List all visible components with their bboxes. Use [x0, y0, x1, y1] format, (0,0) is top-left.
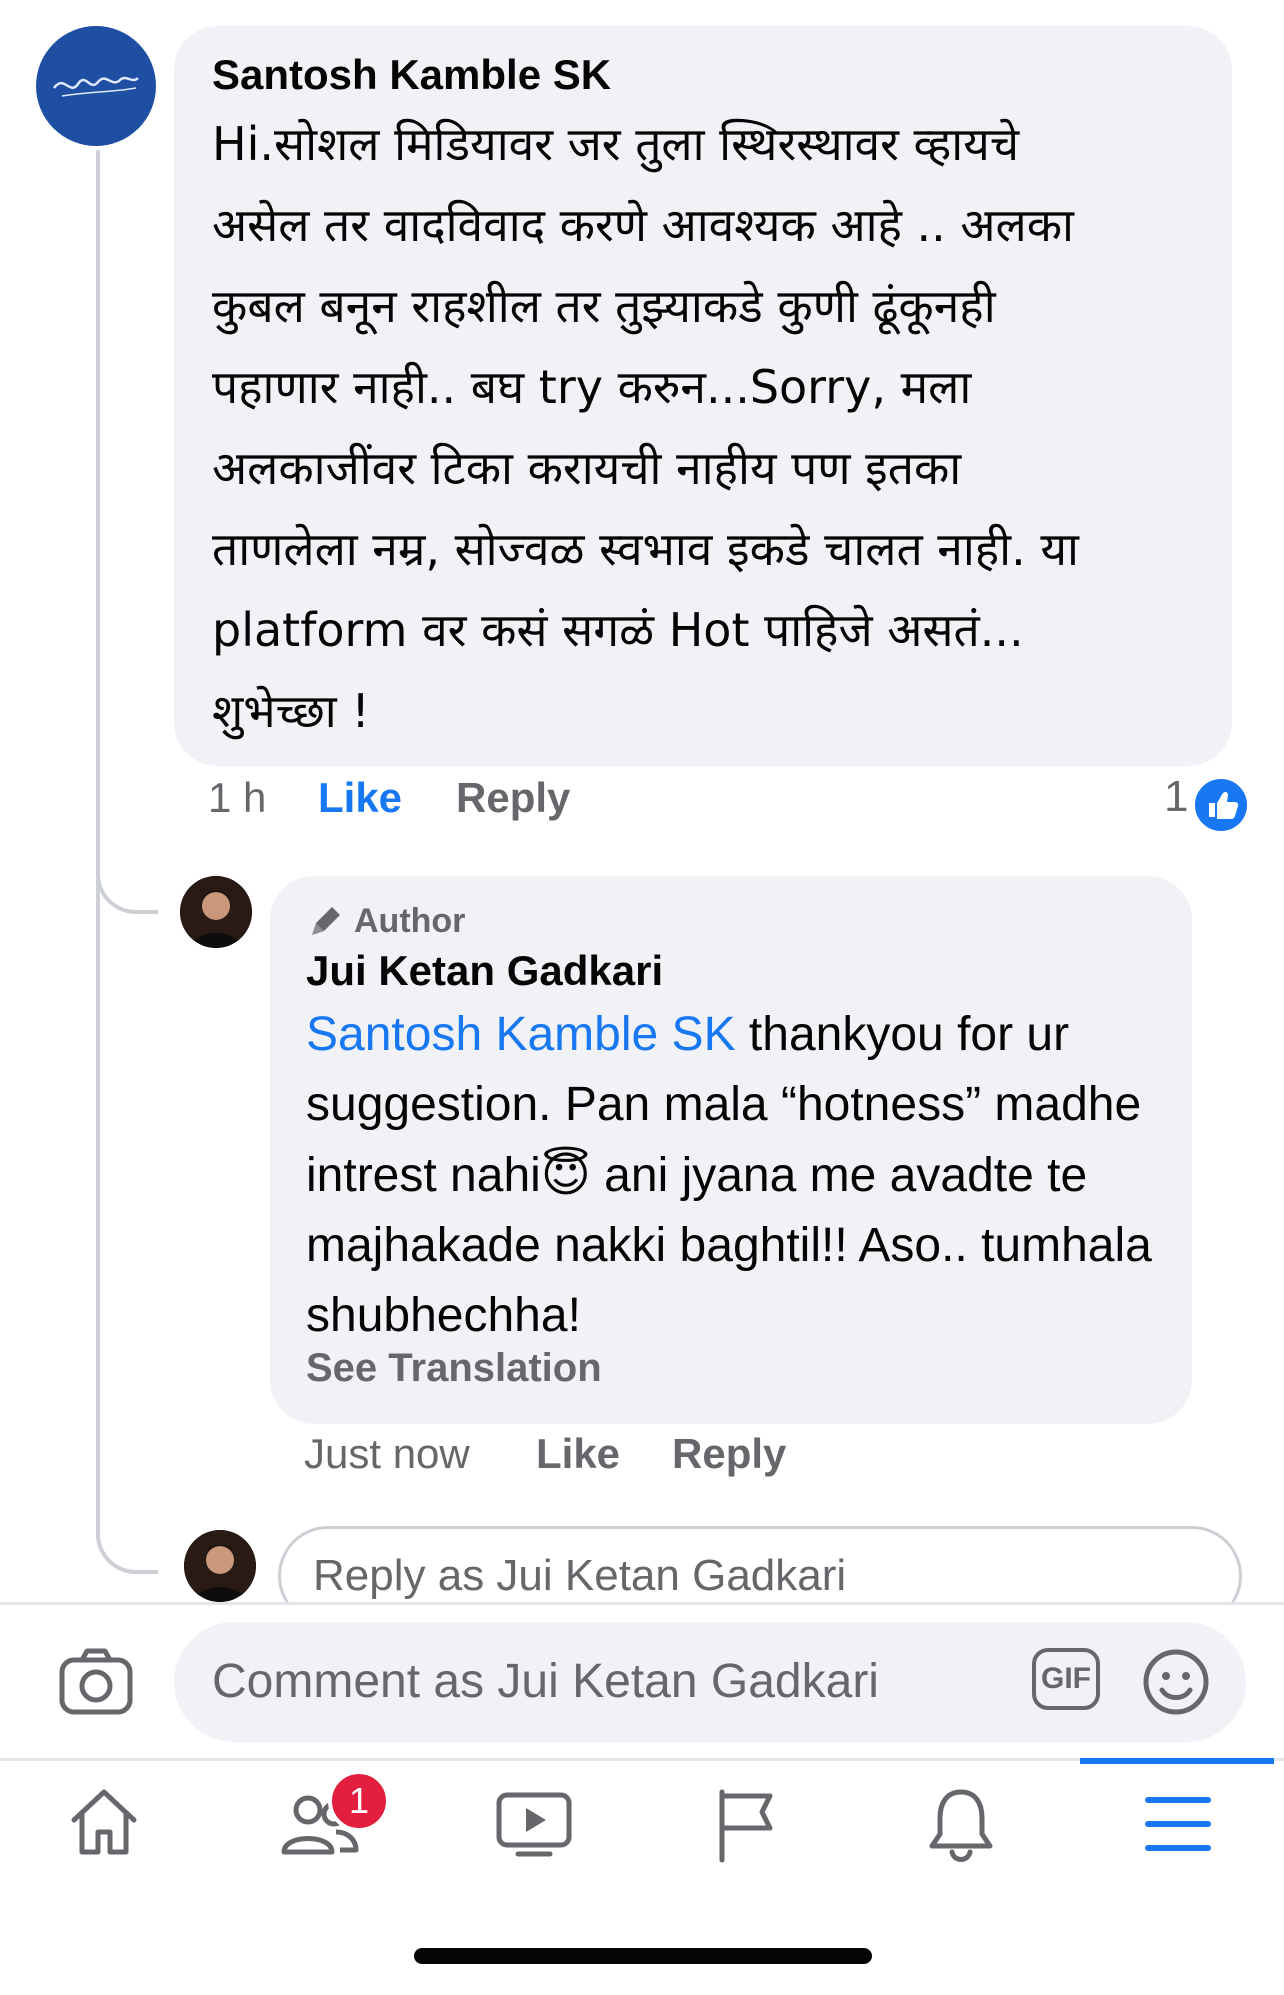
like-reaction-icon[interactable]: [1192, 776, 1250, 834]
comment-reply-button[interactable]: Reply: [456, 774, 570, 822]
smiling-halo-emoji: 😇: [540, 1147, 591, 1203]
gif-button[interactable]: GIF: [1032, 1648, 1100, 1710]
reply-bubble: Author Jui Ketan Gadkari Santosh Kamble …: [270, 876, 1192, 1424]
author-badge-label: Author: [354, 902, 466, 940]
signature-logo: [52, 76, 139, 97]
pages-flag-icon[interactable]: [712, 1784, 782, 1869]
friends-notification-badge: 1: [328, 1770, 390, 1832]
reply-reply-button[interactable]: Reply: [672, 1430, 786, 1478]
comment-timestamp[interactable]: 1 h: [208, 774, 266, 822]
camera-icon[interactable]: [58, 1646, 134, 1721]
home-indicator[interactable]: [414, 1948, 872, 1964]
reply-author-name[interactable]: Jui Ketan Gadkari: [306, 946, 663, 996]
reply-input-placeholder: Reply as Jui Ketan Gadkari: [313, 1551, 847, 1600]
reply-text: Santosh Kamble SK thankyou for ur sugges…: [306, 1000, 1168, 1351]
reply-like-button[interactable]: Like: [536, 1430, 620, 1478]
pencil-icon: [312, 906, 340, 935]
author-badge: Author: [306, 902, 465, 941]
comment-bar-divider: [0, 1602, 1284, 1605]
thread-connector: [96, 1480, 158, 1574]
see-translation-link[interactable]: See Translation: [306, 1346, 602, 1391]
commenter-avatar[interactable]: [36, 26, 156, 146]
reply-timestamp[interactable]: Just now: [304, 1430, 470, 1478]
comment-input-placeholder: Comment as Jui Ketan Gadkari: [212, 1655, 879, 1708]
notifications-bell-icon[interactable]: [926, 1784, 996, 1871]
comment-text: Hi.सोशल मिडियावर जर तुला स्थिरस्थावर व्ह…: [212, 117, 1079, 738]
comment-like-button[interactable]: Like: [318, 774, 402, 822]
reply-author-avatar[interactable]: [180, 876, 252, 948]
comment-author-name[interactable]: Santosh Kamble SK: [212, 50, 611, 100]
watch-icon[interactable]: [494, 1790, 574, 1863]
reaction-count[interactable]: 1: [1164, 772, 1188, 822]
reply-input-avatar: [184, 1530, 256, 1602]
home-icon[interactable]: [66, 1784, 142, 1865]
thread-connector: [96, 820, 158, 914]
mention-link[interactable]: Santosh Kamble SK: [306, 1008, 736, 1061]
comment-input[interactable]: Comment as Jui Ketan Gadkari GIF: [174, 1622, 1246, 1742]
active-tab-indicator: [1080, 1758, 1274, 1764]
comment-bubble: Santosh Kamble SK Hi.सोशल मिडियावर जर तु…: [174, 26, 1232, 766]
emoji-icon[interactable]: [1142, 1648, 1210, 1721]
menu-icon[interactable]: [1142, 1792, 1214, 1861]
